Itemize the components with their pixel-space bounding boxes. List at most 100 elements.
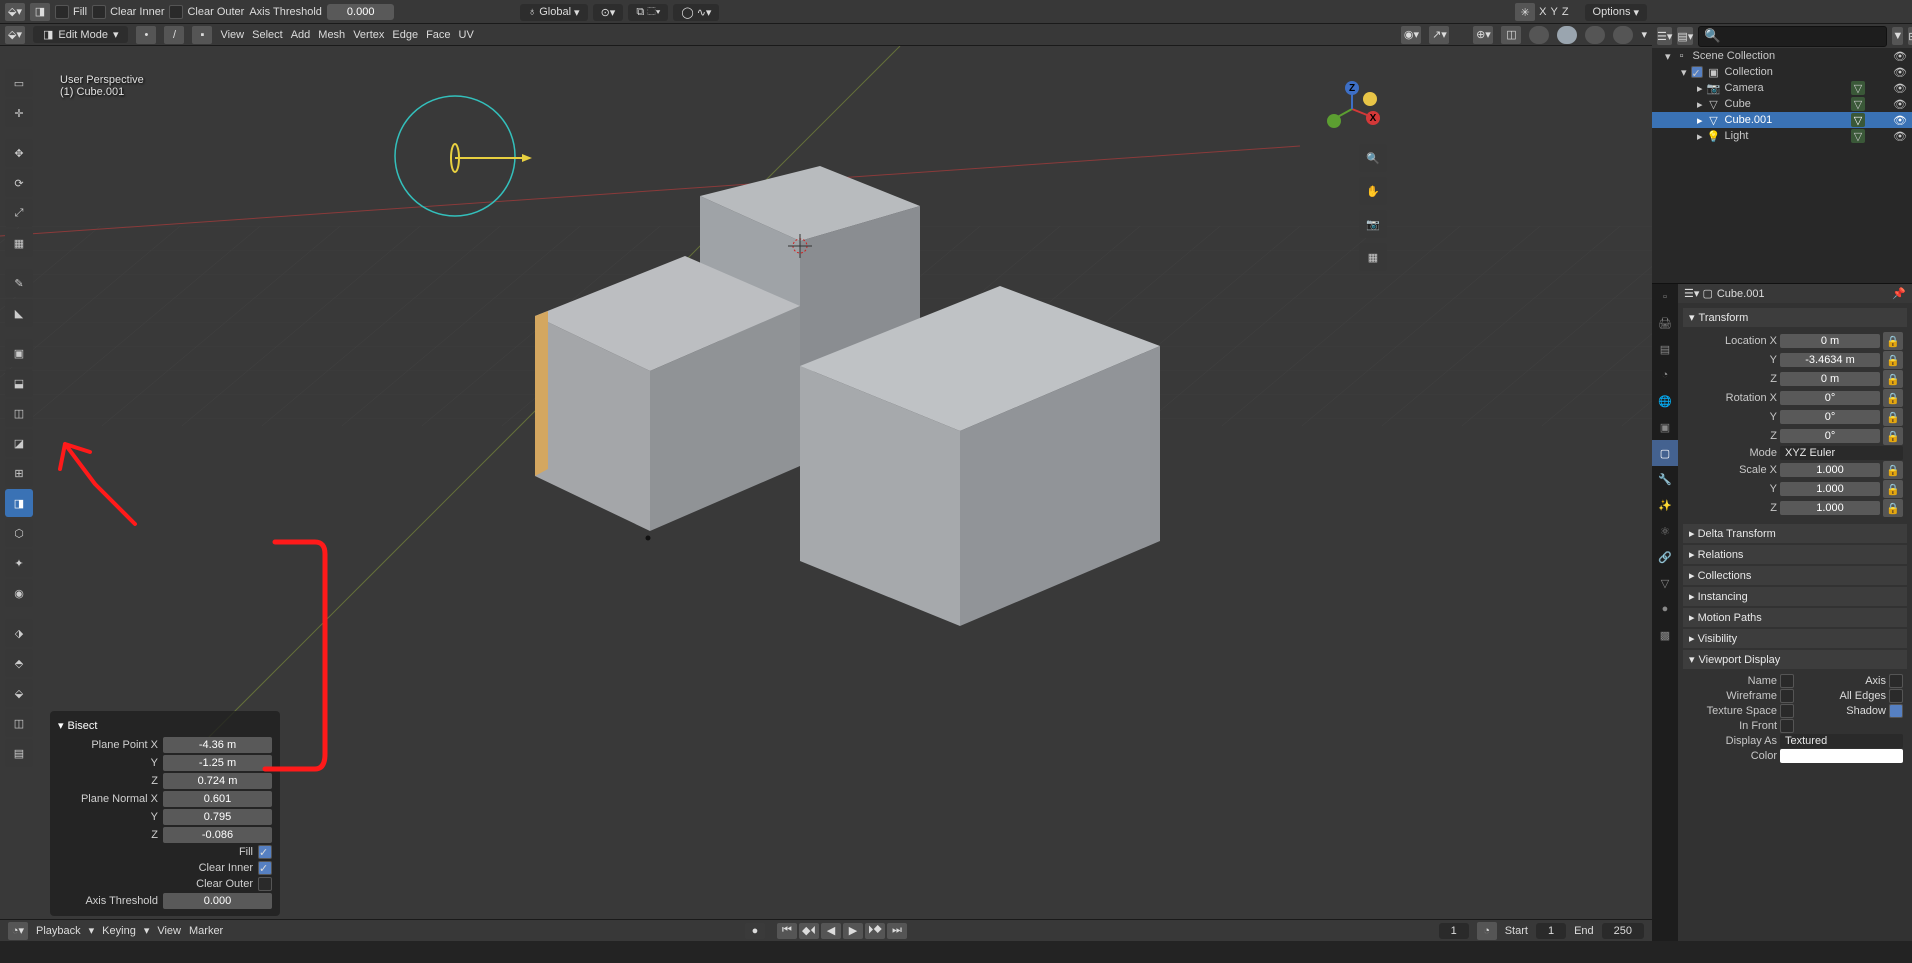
scale-z[interactable]: 1.000 [1780,501,1880,515]
snap-toggle[interactable]: ⧉ ⬚▾ [628,4,668,21]
rotate-tool[interactable]: ⟳ [5,169,33,197]
rotation-z[interactable]: 0° [1780,429,1880,443]
jump-end-icon[interactable]: ⏭ [887,923,907,939]
proportional-toggle[interactable]: ◯ ∿▾ [673,4,719,21]
wireframe-shading[interactable] [1529,26,1549,44]
outliner-item-camera[interactable]: ▸📷Camera▽👁 [1652,80,1912,96]
loop-cut-tool[interactable]: ⊞ [5,459,33,487]
section-relations[interactable]: ▸ Relations [1683,545,1907,564]
rotation-y[interactable]: 0° [1780,410,1880,424]
keyframe-next-icon[interactable]: ⏵◆ [865,923,885,939]
prop-tab-material[interactable]: ● [1652,596,1678,622]
restrict-icon[interactable]: ▽ [1851,129,1865,143]
redo-field-value[interactable]: 0.795 [163,809,272,825]
knife-tool[interactable]: ⬡ [5,519,33,547]
play-icon[interactable]: ▶ [843,923,863,939]
lock-icon[interactable]: 🔒 [1883,408,1903,426]
redo-check[interactable]: ✓ [258,845,272,859]
lock-icon[interactable]: 🔒 [1883,370,1903,388]
visibility-icon[interactable]: 👁 [1893,65,1907,79]
smooth-tool[interactable]: ⬗ [5,619,33,647]
menu-edge[interactable]: Edge [392,29,418,41]
disclosure-icon[interactable]: ▸ [1697,98,1703,111]
face-select-mode[interactable]: ▪ [192,26,212,44]
bevel-tool[interactable]: ◪ [5,429,33,457]
in-front-checkbox[interactable] [1780,719,1794,733]
outliner-item-collection[interactable]: ▾✓▣Collection👁 [1652,64,1912,80]
options-dropdown[interactable]: Options ▾ [1585,4,1647,21]
disclosure-icon[interactable]: ▾ [1665,50,1671,63]
zoom-icon[interactable]: 🔍 [1359,144,1387,172]
outliner-item-cube-001[interactable]: ▸▽Cube.001▽👁 [1652,112,1912,128]
prop-tab-scene[interactable]: ◔ [1652,362,1678,388]
section-instancing[interactable]: ▸ Instancing [1683,587,1907,606]
menu-vertex[interactable]: Vertex [353,29,384,41]
butterfly-icon[interactable]: ✳ [1515,3,1535,21]
x-mirror[interactable]: X [1539,6,1546,18]
prop-tab-object[interactable]: ▢ [1652,440,1678,466]
all-edges-checkbox[interactable] [1889,689,1903,703]
visibility-icon[interactable]: 👁 [1893,49,1907,63]
lock-icon[interactable]: 🔒 [1883,332,1903,350]
disclosure-icon[interactable]: ▸ [1697,82,1703,95]
axis-threshold-field[interactable]: 0.000 [327,4,395,20]
lock-icon[interactable]: 🔒 [1883,461,1903,479]
end-frame[interactable]: 250 [1602,923,1644,939]
disclosure-icon[interactable]: ▸ [1697,130,1703,143]
perspective-toggle-icon[interactable]: ▦ [1359,243,1387,271]
cursor-tool[interactable]: ✛ [5,99,33,127]
prop-tab-data[interactable]: ▽ [1652,570,1678,596]
edge-slide-tool[interactable]: ⬘ [5,649,33,677]
prop-tab-constraints[interactable]: 🔗 [1652,544,1678,570]
annotate-tool[interactable]: ✎ [5,269,33,297]
disclosure-icon[interactable]: ▸ [1697,114,1703,127]
rendered-shading[interactable] [1613,26,1633,44]
select-visible-icon[interactable]: ◉▾ [1401,26,1421,44]
camera-view-icon[interactable]: 📷 [1359,210,1387,238]
lock-icon[interactable]: 🔒 [1883,389,1903,407]
visibility-icon[interactable]: 👁 [1893,113,1907,127]
xray-toggle[interactable]: ◫ [1501,26,1521,44]
redo-check[interactable] [258,877,272,891]
outliner-item-scene-collection[interactable]: ▾▫Scene Collection👁 [1652,48,1912,64]
y-axis-neg[interactable] [1363,92,1377,106]
section-collections[interactable]: ▸ Collections [1683,566,1907,585]
jump-start-icon[interactable]: ⏮ [777,923,797,939]
location-z[interactable]: 0 m [1780,372,1880,386]
clear-outer-checkbox[interactable]: Clear Outer [169,5,244,19]
redo-field-value[interactable]: 0.724 m [163,773,272,789]
auto-key-icon[interactable]: ● [745,923,765,939]
material-shading[interactable] [1585,26,1605,44]
preview-range-icon[interactable]: ◔ [1477,922,1497,940]
scale-tool[interactable]: ⤢ [5,199,33,227]
y-axis-label[interactable] [1327,114,1341,128]
visibility-icon[interactable]: 👁 [1893,97,1907,111]
disclosure-icon[interactable]: ▾ [1681,66,1687,79]
prop-tab-output[interactable]: 🖨 [1652,310,1678,336]
prop-tab-viewlayer[interactable]: ▤ [1652,336,1678,362]
prop-tab-physics[interactable]: ⚛ [1652,518,1678,544]
spin-tool[interactable]: ◉ [5,579,33,607]
vertex-select-mode[interactable]: • [136,26,156,44]
shrink-tool[interactable]: ⬙ [5,679,33,707]
name-checkbox[interactable] [1780,674,1794,688]
location-x[interactable]: 0 m [1780,334,1880,348]
timeline-playback[interactable]: Playback [36,925,81,937]
lock-icon[interactable]: 🔒 [1883,351,1903,369]
redo-panel-header[interactable]: ▾ Bisect [58,716,272,735]
lock-icon[interactable]: 🔒 [1883,499,1903,517]
rip-tool[interactable]: ▤ [5,739,33,767]
outliner-editor-icon[interactable]: ☰▾ [1657,27,1672,45]
z-axis-label[interactable]: Z [1345,81,1359,95]
outliner-item-light[interactable]: ▸💡Light▽👁 [1652,128,1912,144]
menu-view[interactable]: View [220,29,244,41]
section-visibility[interactable]: ▸ Visibility [1683,629,1907,648]
redo-field-value[interactable]: -0.086 [163,827,272,843]
timeline-editor-icon[interactable]: ◔▾ [8,922,28,940]
axis-checkbox[interactable] [1889,674,1903,688]
editor-type-icon[interactable]: ⬙▾ [5,3,25,21]
keyframe-prev-icon[interactable]: ◆⏴ [799,923,819,939]
restrict-icon[interactable]: ▽ [1851,81,1865,95]
visibility-icon[interactable]: 👁 [1893,129,1907,143]
orientation-dropdown[interactable]: ♁ Global ▾ [520,4,588,21]
